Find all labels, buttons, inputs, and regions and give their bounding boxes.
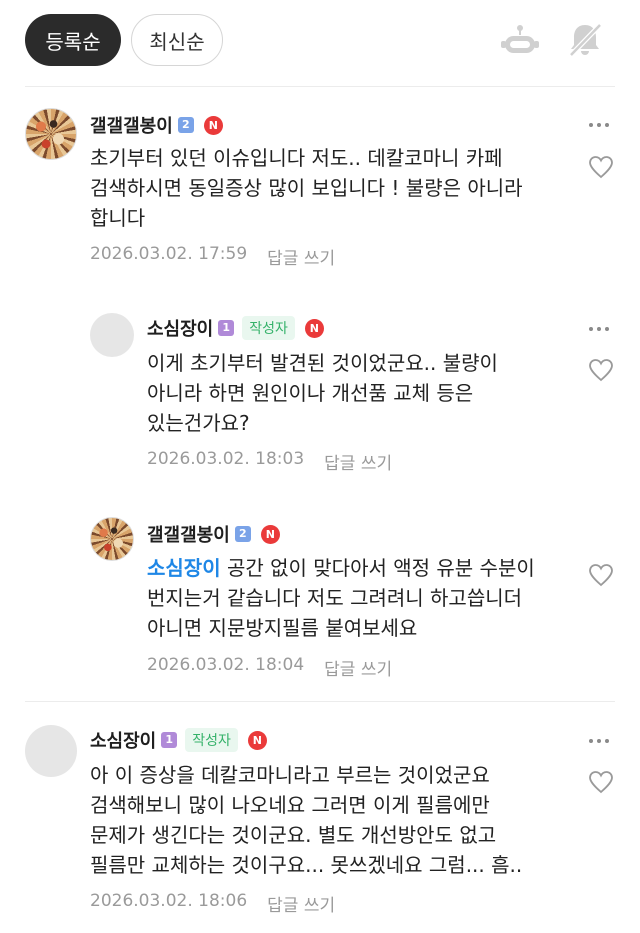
level-badge: 2 [177, 117, 194, 133]
level-badge: 1 [218, 320, 235, 336]
avatar[interactable] [90, 313, 134, 357]
comment-text: 초기부터 있던 이슈입니다 저도.. 데칼코마니 카페 검색하시면 동일증상 많… [90, 146, 523, 230]
heart-icon[interactable] [588, 563, 614, 587]
new-badge: N [304, 318, 324, 338]
avatar[interactable] [25, 725, 77, 777]
author-name[interactable]: 소심장이 [147, 315, 213, 341]
more-icon[interactable] [589, 121, 611, 129]
comment-meta: 2026.03.02. 18:04 답글 쓰기 [147, 655, 392, 680]
author-badge: 작성자 [242, 316, 295, 340]
sort-registered-button[interactable]: 등록순 [25, 14, 121, 66]
comment-header: 소심장이 1 작성자 N [147, 314, 324, 342]
more-icon[interactable] [589, 325, 611, 333]
reply-link[interactable]: 답글 쓰기 [267, 891, 335, 916]
author-name[interactable]: 갤갤갤봉이 [147, 521, 230, 547]
comment-header: 갤갤갤봉이 2 N [147, 520, 280, 548]
level-badge: 1 [161, 732, 178, 748]
comment-date: 2026.03.02. 18:06 [90, 891, 248, 911]
heart-icon[interactable] [588, 770, 614, 794]
comment-meta: 2026.03.02. 18:06 답글 쓰기 [90, 891, 335, 916]
bell-off-icon[interactable] [565, 20, 605, 60]
comment-meta: 2026.03.02. 18:03 답글 쓰기 [147, 449, 392, 474]
reply-link[interactable]: 답글 쓰기 [324, 449, 392, 474]
comment-header: 소심장이 1 작성자 N [90, 726, 267, 754]
comment-text: 소심장이 공간 없이 맞다아서 액정 유분 수분이 번지는거 같습니다 저도 그… [147, 556, 535, 640]
level-badge: 2 [234, 526, 251, 542]
author-name[interactable]: 갤갤갤봉이 [90, 112, 173, 138]
comment-date: 2026.03.02. 17:59 [90, 244, 248, 264]
heart-icon[interactable] [588, 155, 614, 179]
comment-text: 아 이 증상을 데칼코마니라고 부르는 것이었군요 검색해보니 많이 나오네요 … [90, 763, 523, 877]
author-badge: 작성자 [185, 728, 238, 752]
comment-date: 2026.03.02. 18:03 [147, 449, 305, 469]
comment-meta: 2026.03.02. 17:59 답글 쓰기 [90, 244, 335, 269]
new-badge: N [260, 524, 280, 544]
robot-icon[interactable] [500, 20, 540, 60]
avatar[interactable] [90, 517, 134, 561]
new-badge: N [247, 730, 267, 750]
divider [25, 86, 615, 87]
comment-date: 2026.03.02. 18:04 [147, 655, 305, 675]
more-icon[interactable] [589, 737, 611, 745]
heart-icon[interactable] [588, 358, 614, 382]
comment-text: 이게 초기부터 발견된 것이었군요.. 불량이 아니라 하면 원인이나 개선품 … [147, 351, 498, 435]
reply-link[interactable]: 답글 쓰기 [267, 244, 335, 269]
new-badge: N [203, 115, 223, 135]
sort-latest-button[interactable]: 최신순 [131, 14, 223, 66]
author-name[interactable]: 소심장이 [90, 727, 156, 753]
avatar[interactable] [25, 108, 77, 160]
divider [25, 701, 615, 702]
reply-link[interactable]: 답글 쓰기 [324, 655, 392, 680]
mention-link[interactable]: 소심장이 [147, 556, 221, 580]
sort-bar: 등록순 최신순 [0, 0, 640, 86]
comment-header: 갤갤갤봉이 2 N [90, 111, 223, 139]
